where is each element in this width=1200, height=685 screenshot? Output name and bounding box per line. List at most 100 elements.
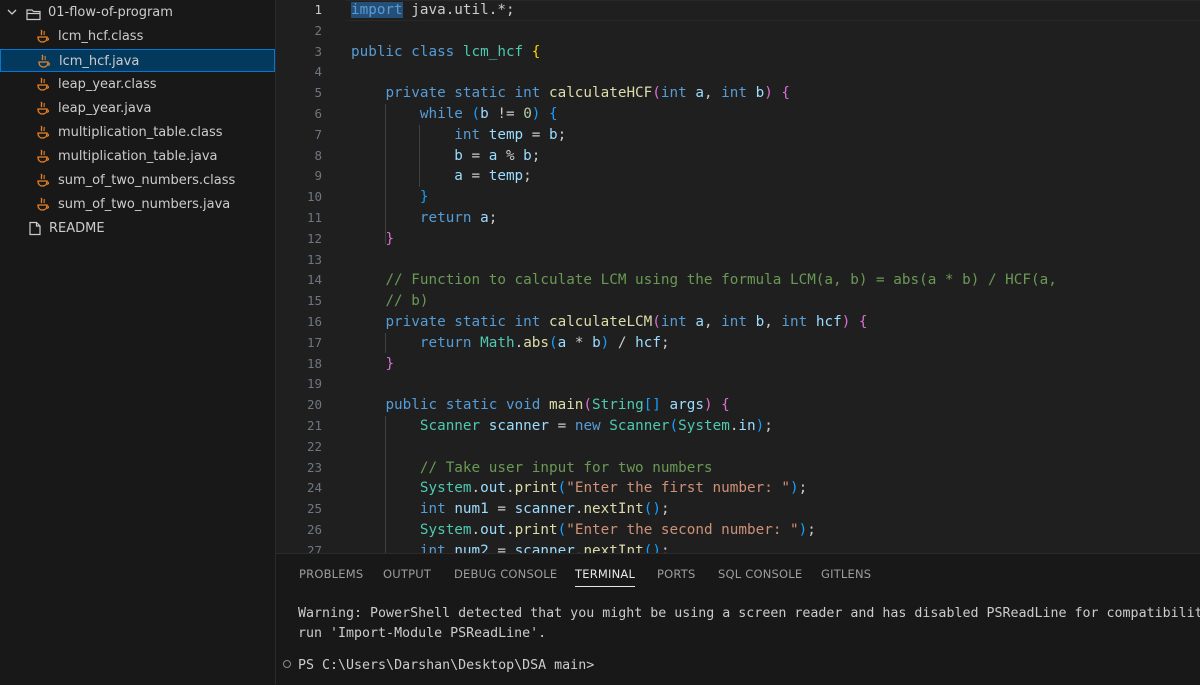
code-token: { — [781, 85, 791, 102]
file-item[interactable]: leap_year.class — [0, 73, 275, 96]
code-token: private static int — [385, 314, 549, 330]
line-number: 16 — [306, 314, 322, 329]
panel-tab-ports[interactable]: PORTS — [657, 567, 695, 581]
code-token: b — [523, 147, 532, 164]
code-line: // Take user input for two numbers — [351, 458, 713, 479]
code-token: System — [419, 522, 472, 538]
line-number: 24 — [306, 480, 322, 496]
code-token: { — [531, 43, 541, 60]
code-line: int temp = b; — [351, 125, 566, 146]
code-token: Scanner — [419, 418, 489, 434]
code-token: scanner — [514, 501, 575, 518]
file-item[interactable]: README — [0, 217, 275, 240]
file-item[interactable]: sum_of_two_numbers.java — [0, 193, 275, 216]
code-token: import — [351, 2, 403, 18]
code-token: ( — [471, 106, 481, 122]
code-token: num2 — [454, 542, 489, 553]
panel-tab-problems[interactable]: PROBLEMS — [299, 567, 363, 581]
file-item[interactable]: multiplication_table.class — [0, 121, 275, 144]
file-name: lcm_hcf.class — [58, 29, 144, 44]
line-number: 17 — [306, 334, 322, 350]
code-token: b — [755, 314, 765, 330]
code-line: while (b != 0) { — [351, 104, 558, 125]
code-token: int — [721, 85, 756, 102]
code-token: main — [548, 397, 584, 414]
code-token: ) — [755, 418, 765, 434]
panel-tab-terminal[interactable]: TERMINAL — [575, 567, 636, 587]
folder-row[interactable]: 01-flow-of-program — [0, 1, 275, 24]
file-item[interactable]: sum_of_two_numbers.class — [0, 169, 275, 192]
panel-tab-output[interactable]: OUTPUT — [383, 567, 431, 581]
code-token: b — [592, 334, 601, 351]
line-number: 11 — [306, 210, 322, 225]
line-number: 3 — [314, 43, 322, 59]
code-token: ; — [488, 210, 498, 226]
line-number: 2 — [314, 22, 322, 38]
code-token: ( — [669, 418, 679, 434]
code-token: System — [678, 418, 730, 434]
panel-tab-gitlens[interactable]: GITLENS — [821, 567, 871, 581]
line-number: 4 — [314, 64, 322, 80]
code-token: ( — [583, 397, 593, 414]
code-token: ( — [652, 85, 661, 102]
file-icon — [28, 221, 42, 244]
code-token: } — [419, 189, 429, 206]
code-token: = — [462, 168, 489, 185]
code-line: private static int calculateLCM(int a, i… — [351, 312, 867, 333]
file-name: leap_year.class — [58, 77, 157, 92]
code-token: a — [695, 314, 704, 330]
panel-tab-debug-console[interactable]: DEBUG CONSOLE — [454, 567, 557, 581]
file-item[interactable]: multiplication_table.java — [0, 145, 275, 168]
code-token: private static int — [385, 85, 549, 102]
code-token: ; — [660, 334, 670, 351]
code-token: a — [454, 168, 463, 185]
code-line: } — [351, 229, 394, 250]
file-name: lcm_hcf.java — [59, 54, 140, 69]
file-item[interactable]: leap_year.java — [0, 97, 275, 120]
code-token: , — [764, 314, 782, 330]
code-token: num1 — [454, 501, 489, 518]
line-number: 9 — [314, 168, 322, 184]
code-token: ; — [660, 501, 670, 518]
line-number: 21 — [306, 418, 322, 433]
code-token: // Take user input for two numbers — [419, 459, 713, 476]
code-token: hcf — [815, 314, 842, 330]
code-token: ) — [798, 522, 808, 538]
code-token: ; — [660, 542, 670, 553]
file-item[interactable]: lcm_hcf.class — [0, 25, 275, 48]
code-token: b — [755, 85, 765, 102]
code-token: java.util.*; — [402, 2, 515, 18]
file-name: sum_of_two_numbers.java — [58, 197, 231, 212]
line-number: 8 — [314, 147, 322, 163]
code-token: ( — [557, 522, 567, 538]
code-token: "Enter the first number: " — [566, 480, 791, 497]
code-token: int — [419, 501, 455, 518]
file-name: sum_of_two_numbers.class — [58, 173, 236, 188]
code-token: . — [505, 522, 515, 538]
panel-tab-sql-console[interactable]: SQL CONSOLE — [718, 567, 802, 581]
code-token: while — [419, 106, 472, 122]
code-token: a — [557, 334, 567, 351]
code-editor[interactable]: 1 2 3 4 5 6 7 8 9 10 11 12 13 14 15 16 17 18 19 20 21 22 23 24 2… — [276, 0, 1200, 553]
code-token: ( — [652, 314, 661, 330]
line-number: 25 — [306, 501, 322, 517]
code-token: ) — [764, 85, 773, 102]
file-item[interactable]: lcm_hcf.java — [0, 49, 275, 72]
line-number: 12 — [306, 230, 322, 246]
code-token: () — [643, 542, 661, 553]
code-token: String — [592, 397, 644, 414]
terminal-prompt[interactable]: PS C:\Users\Darshan\Desktop\DSA main> — [298, 658, 594, 673]
code-line: public static void main(String[] args) { — [351, 395, 729, 416]
code-token: = — [488, 501, 515, 518]
code-line: System.out.print("Enter the second numbe… — [351, 520, 816, 541]
file-name: README — [49, 221, 105, 236]
code-token: / — [609, 334, 636, 351]
